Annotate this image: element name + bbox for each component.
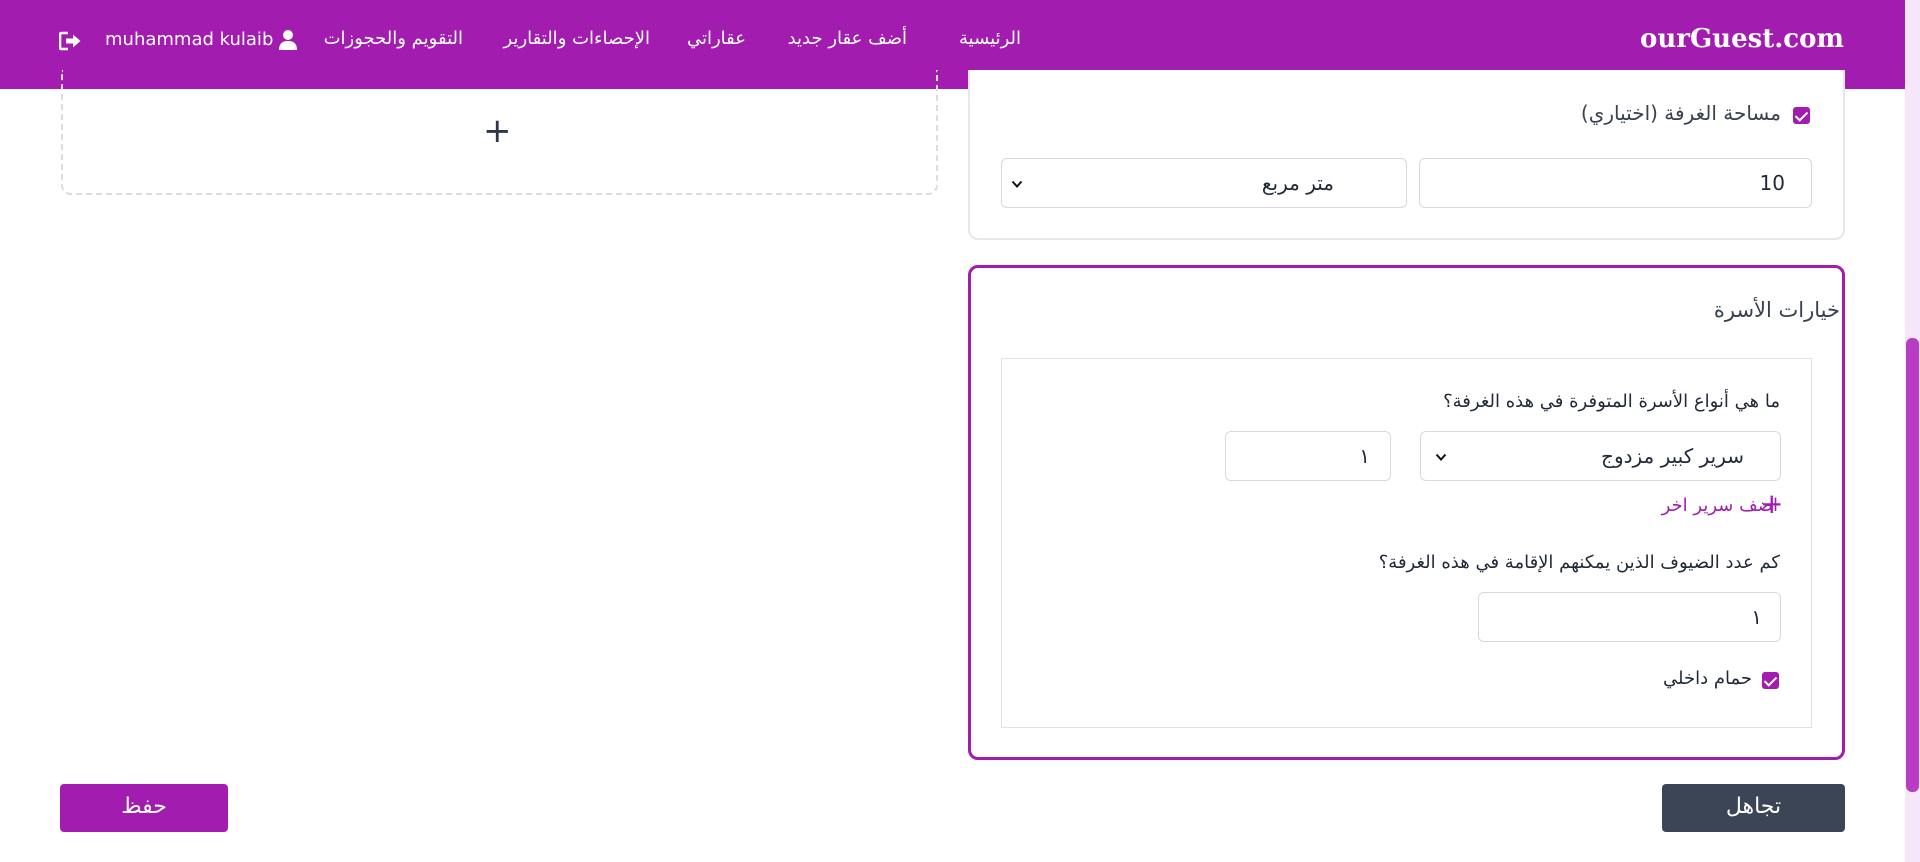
room-size-unit-select[interactable]: متر مربع: [1001, 158, 1407, 208]
room-size-label: مساحة الغرفة (اختياري): [1580, 101, 1781, 125]
private-bathroom-label: حمام داخلي: [1663, 668, 1752, 689]
logout-icon[interactable]: [59, 31, 82, 51]
save-button[interactable]: حفظ: [60, 784, 228, 832]
guests-question: كم عدد الضيوف الذين يمكنهم الإقامة في هذ…: [1378, 552, 1780, 573]
bed-types-question: ما هي أنواع الأسرة المتوفرة في هذه الغرف…: [1443, 391, 1780, 412]
nav-stats-reports[interactable]: الإحصاءات والتقارير: [504, 28, 650, 49]
bed-count-value: ١: [1359, 444, 1370, 468]
bed-count-input[interactable]: ١: [1225, 431, 1391, 481]
user-name[interactable]: muhammad kulaib: [105, 29, 273, 50]
room-size-value: 10: [1759, 171, 1785, 195]
add-photo-icon[interactable]: +: [483, 114, 512, 148]
guests-count-value: ١: [1751, 605, 1762, 629]
skip-button[interactable]: تجاهل: [1662, 784, 1845, 832]
nav-add-property[interactable]: أضف عقار جديد: [788, 28, 907, 49]
nav-calendar-bookings[interactable]: التقويم والحجوزات: [324, 28, 463, 49]
bed-type-value: سرير كبير مزدوج: [1601, 444, 1744, 468]
room-size-input[interactable]: 10: [1419, 158, 1812, 208]
nav-my-properties[interactable]: عقاراتي: [687, 28, 746, 49]
guests-count-input[interactable]: ١: [1478, 592, 1781, 642]
room-size-unit-value: متر مربع: [1261, 171, 1334, 195]
private-bathroom-checkbox[interactable]: [1762, 672, 1779, 689]
bed-options-title: خيارات الأسرة: [1713, 298, 1840, 322]
brand-logo[interactable]: ourGuest.com: [1640, 24, 1844, 54]
room-size-card: [968, 70, 1845, 240]
user-icon[interactable]: [278, 29, 298, 51]
scrollbar-track[interactable]: [1905, 0, 1920, 862]
nav-home[interactable]: الرئيسية: [959, 28, 1021, 49]
room-size-checkbox[interactable]: [1793, 107, 1810, 124]
scrollbar-thumb[interactable]: [1906, 338, 1919, 792]
chevron-down-icon: [1011, 180, 1023, 188]
chevron-down-icon: [1435, 453, 1447, 461]
add-another-bed-link[interactable]: اضف سرير اخر: [1662, 495, 1778, 516]
bed-type-select[interactable]: سرير كبير مزدوج: [1420, 431, 1781, 481]
